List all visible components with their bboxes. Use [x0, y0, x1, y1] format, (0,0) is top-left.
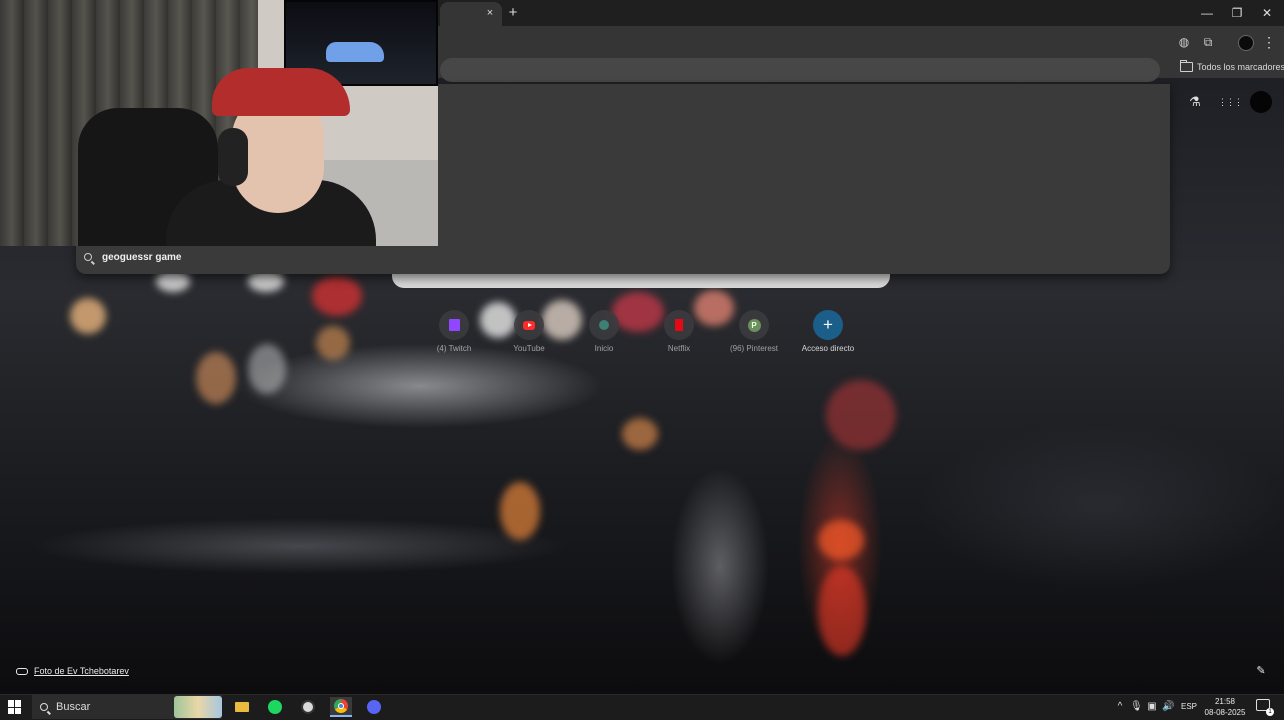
plus-icon: +: [813, 310, 843, 340]
discord-icon: [367, 700, 381, 714]
shortcut-tile: [589, 310, 619, 340]
shortcut-tile: [514, 310, 544, 340]
shortcut-tile: [664, 310, 694, 340]
webcam-red-cap: [212, 68, 350, 116]
microphone-icon[interactable]: 🎙: [1130, 700, 1143, 714]
google-account-avatar[interactable]: [1250, 91, 1272, 113]
pinterest-icon: P: [747, 318, 761, 332]
chrome-icon: [334, 699, 348, 713]
shortcut-label: (96) Pinterest: [729, 344, 779, 353]
customize-pencil-icon[interactable]: ✎: [1254, 664, 1268, 678]
all-bookmarks-label: Todos los marcadores: [1197, 62, 1284, 72]
bokeh-light: [818, 520, 864, 560]
windows-logo-tile: [15, 707, 21, 714]
webcam-tv-car: [326, 42, 384, 62]
netflix-icon: [675, 319, 683, 331]
windows-logo-tile: [8, 700, 14, 707]
close-window-button[interactable]: ✕: [1254, 3, 1280, 23]
clock-time[interactable]: 21:58: [1202, 697, 1248, 706]
google-icon: [599, 320, 609, 330]
shortcut-inicio[interactable]: Inicio: [574, 310, 634, 366]
shortcut-netflix[interactable]: Netflix: [649, 310, 709, 366]
extension-icon[interactable]: ◍: [1176, 34, 1192, 50]
taskbar-discord[interactable]: [363, 697, 385, 717]
clock-date[interactable]: 08-08-2025: [1202, 708, 1248, 717]
shortcut-label: Acceso directo: [801, 344, 855, 353]
screen: × + — ❐ ✕ ◍ ⧉ ⋮ Todos los marcadores ⚗ ⋮…: [0, 0, 1284, 720]
taskbar-spotify[interactable]: [264, 697, 286, 717]
tab-close-icon[interactable]: ×: [482, 4, 498, 22]
suggestion-text: geoguessr game: [102, 251, 182, 263]
bokeh-light: [196, 352, 236, 404]
taskbar-chrome[interactable]: [330, 697, 352, 717]
volume-icon[interactable]: 🔊: [1162, 700, 1174, 714]
steam-icon: [301, 700, 315, 714]
notification-count-badge: 1: [1266, 708, 1274, 716]
minimize-button[interactable]: —: [1194, 3, 1220, 23]
webcam-headset: [218, 128, 248, 186]
bokeh-light: [818, 566, 866, 656]
windows-start-button[interactable]: [8, 700, 22, 714]
network-icon[interactable]: ▣: [1146, 700, 1158, 714]
browser-menu-icon[interactable]: ⋮: [1262, 32, 1276, 52]
add-shortcut-button[interactable]: + Acceso directo: [798, 310, 858, 366]
photo-credit-link[interactable]: Foto de Ev Tchebotarev: [16, 664, 129, 678]
tray-chevron-icon[interactable]: ^: [1114, 700, 1126, 714]
shortcut-label: Netflix: [667, 344, 691, 353]
labs-flask-icon[interactable]: ⚗: [1186, 93, 1204, 111]
shortcut-label: YouTube: [513, 344, 545, 353]
folder-icon: [1180, 60, 1193, 72]
extensions-puzzle-icon[interactable]: ⧉: [1200, 34, 1216, 50]
windows-logo-tile: [8, 707, 14, 714]
shortcut-pinterest[interactable]: P (96) Pinterest: [724, 310, 784, 366]
bokeh-light: [826, 380, 896, 450]
shortcut-twitch[interactable]: (4) Twitch: [424, 310, 484, 366]
windows-logo-tile: [15, 700, 21, 707]
shortcut-tile: [439, 310, 469, 340]
suggestion-item[interactable]: geoguessr game: [84, 248, 181, 266]
language-indicator[interactable]: ESP: [1178, 702, 1200, 711]
maximize-button[interactable]: ❐: [1224, 3, 1250, 23]
search-highlight-art[interactable]: [174, 696, 222, 718]
bokeh-light: [248, 344, 286, 394]
all-bookmarks-button[interactable]: Todos los marcadores: [1180, 59, 1284, 75]
address-bar[interactable]: [440, 58, 1160, 82]
shortcut-youtube[interactable]: YouTube: [499, 310, 559, 366]
taskbar-file-explorer[interactable]: [231, 697, 253, 717]
shortcut-label: Inicio: [594, 344, 614, 353]
search-icon: [40, 703, 48, 711]
youtube-icon: [523, 320, 535, 330]
google-apps-icon[interactable]: ⋮⋮⋮: [1218, 93, 1243, 111]
taskbar-search-placeholder: Buscar: [56, 701, 91, 713]
photo-credit-text: Foto de Ev Tchebotarev: [34, 666, 129, 676]
webcam-overlay: [0, 0, 438, 246]
shortcut-tile: P: [739, 310, 769, 340]
profile-avatar[interactable]: [1238, 35, 1254, 51]
new-tab-button[interactable]: +: [504, 3, 522, 23]
bokeh-light: [622, 418, 658, 450]
bokeh-light: [312, 276, 362, 316]
folder-icon: [235, 702, 249, 712]
search-icon: [84, 253, 92, 261]
taskbar-steam[interactable]: [297, 697, 319, 717]
bokeh-light: [500, 482, 540, 540]
twitch-icon: [448, 319, 460, 331]
spotify-icon: [268, 700, 282, 714]
bokeh-light: [70, 298, 106, 334]
shortcut-label: (4) Twitch: [436, 344, 472, 353]
bokeh-light: [316, 326, 350, 360]
link-icon: [16, 667, 28, 675]
